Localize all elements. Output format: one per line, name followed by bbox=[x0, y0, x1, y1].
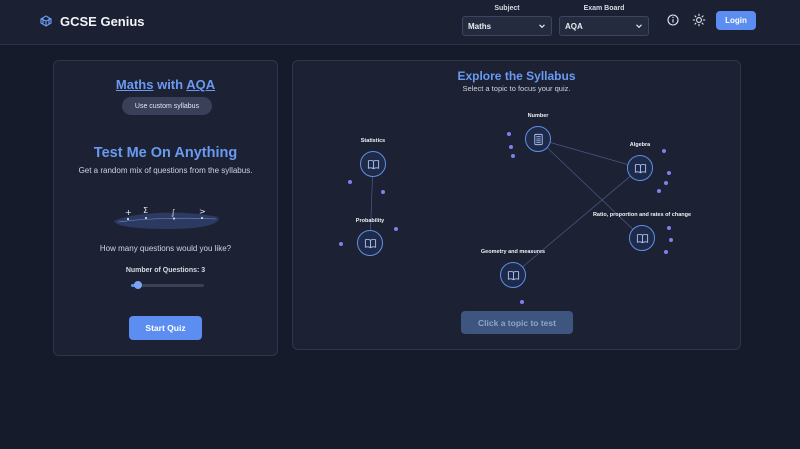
question-count-prompt: How many questions would you like? bbox=[99, 244, 232, 253]
chevron-down-icon bbox=[636, 24, 642, 29]
topic-label-statistics: Statistics bbox=[360, 138, 386, 144]
login-button[interactable]: Login bbox=[716, 11, 756, 30]
topic-node-algebra[interactable] bbox=[627, 155, 653, 181]
test-subtitle: Get a random mix of questions from the s… bbox=[78, 166, 253, 175]
sigma-symbol: Σ bbox=[143, 206, 148, 215]
subtopic-dot[interactable] bbox=[520, 300, 524, 304]
subtopic-dot[interactable] bbox=[662, 149, 666, 153]
subtopic-dot[interactable] bbox=[339, 242, 343, 246]
exam-board-select[interactable]: AQA bbox=[559, 16, 649, 36]
math-symbols-illustration: + Σ ∫ > bbox=[114, 206, 219, 229]
chevron-down-icon bbox=[539, 24, 545, 29]
topic-node-probability[interactable] bbox=[357, 230, 383, 256]
book-open-icon bbox=[364, 238, 376, 248]
book-open-icon bbox=[634, 163, 646, 173]
plus-symbol: + bbox=[125, 208, 132, 217]
topic-graph-links bbox=[369, 138, 643, 276]
info-icon[interactable] bbox=[666, 13, 680, 27]
topic-label-number: Number bbox=[527, 113, 549, 119]
custom-syllabus-button[interactable]: Use custom syllabus bbox=[122, 97, 212, 115]
subtopic-dot[interactable] bbox=[667, 226, 671, 230]
subtopic-dot[interactable] bbox=[348, 180, 352, 184]
brain-icon bbox=[40, 15, 52, 27]
book-open-icon bbox=[367, 159, 379, 169]
subtopic-dot[interactable] bbox=[669, 238, 673, 242]
subject-value: Maths bbox=[468, 21, 492, 31]
topic-label-algebra: Algebra bbox=[629, 142, 651, 148]
subtopic-dot[interactable] bbox=[507, 132, 511, 136]
sun-icon[interactable] bbox=[692, 13, 706, 27]
top-bar: GCSE Genius Subject Maths Exam Board AQA… bbox=[0, 0, 800, 45]
subtopic-dot[interactable] bbox=[667, 171, 671, 175]
subject-select-group: Subject Maths bbox=[462, 5, 552, 36]
topic-node-ratio[interactable] bbox=[629, 225, 655, 251]
question-count-slider[interactable] bbox=[131, 281, 204, 289]
subtopic-dot[interactable] bbox=[664, 181, 668, 185]
subtopic-dot[interactable] bbox=[511, 154, 515, 158]
greater-than-symbol: > bbox=[199, 207, 206, 216]
test-title: Test Me On Anything bbox=[93, 145, 238, 161]
course-with: with bbox=[157, 77, 184, 92]
start-quiz-button[interactable]: Start Quiz bbox=[129, 316, 202, 340]
course-board-link[interactable]: AQA bbox=[186, 77, 215, 92]
course-subject-link[interactable]: Maths bbox=[116, 77, 154, 92]
question-count-text: Number of Questions: bbox=[125, 267, 200, 274]
question-count-label: Number of Questions: 3 bbox=[54, 267, 277, 274]
topic-label-geometry: Geometry and measures bbox=[480, 249, 546, 255]
topic-node-statistics[interactable] bbox=[360, 151, 386, 177]
link-algebra-geometry bbox=[512, 167, 641, 276]
exam-board-select-group: Exam Board AQA bbox=[559, 5, 649, 36]
topic-label-probability: Probability bbox=[355, 218, 385, 224]
exam-board-label: Exam Board bbox=[583, 5, 625, 12]
app-logo[interactable]: GCSE Genius bbox=[38, 13, 145, 29]
exam-board-value: AQA bbox=[565, 21, 583, 31]
subtopic-dot[interactable] bbox=[664, 250, 668, 254]
subtopic-dot[interactable] bbox=[509, 145, 513, 149]
book-open-icon bbox=[636, 233, 648, 243]
course-title: Maths with AQA bbox=[54, 77, 277, 92]
topic-label-ratio: Ratio, proportion and rates of change bbox=[592, 212, 692, 218]
subtopic-dot[interactable] bbox=[394, 227, 398, 231]
topic-node-number[interactable] bbox=[525, 126, 551, 152]
topic-node-geometry[interactable] bbox=[500, 262, 526, 288]
calculator-icon bbox=[533, 133, 543, 145]
subtopic-dot[interactable] bbox=[657, 189, 661, 193]
integral-symbol: ∫ bbox=[171, 208, 175, 217]
app-name: GCSE Genius bbox=[60, 13, 145, 29]
subtopic-dot[interactable] bbox=[381, 190, 385, 194]
random-quiz-panel: Maths with AQA Use custom syllabus Test … bbox=[53, 60, 278, 356]
slider-thumb[interactable] bbox=[134, 281, 143, 289]
subject-select[interactable]: Maths bbox=[462, 16, 552, 36]
book-open-icon bbox=[507, 270, 519, 280]
syllabus-explorer-panel: Explore the Syllabus Select a topic to f… bbox=[292, 60, 741, 350]
subject-label: Subject bbox=[494, 5, 520, 12]
test-topic-button[interactable]: Click a topic to test bbox=[461, 311, 573, 334]
question-count-value: 3 bbox=[201, 267, 206, 274]
